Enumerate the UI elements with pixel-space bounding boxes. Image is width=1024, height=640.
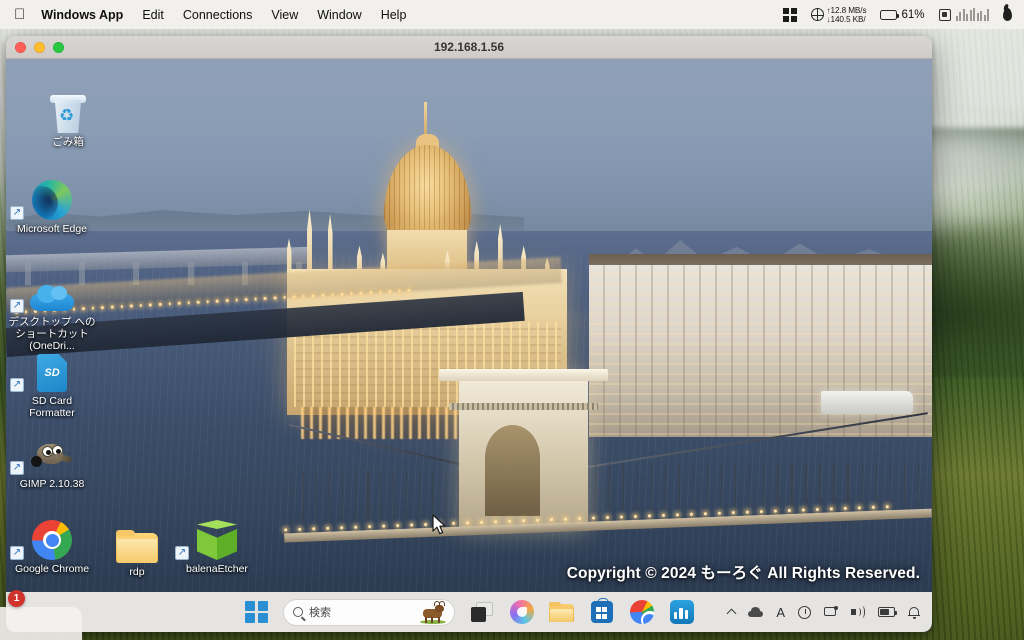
onedrive-tray-button[interactable] [748,606,764,617]
bridge-hangers-left [290,470,459,524]
clock-icon [798,605,811,619]
microsoft-store-button[interactable] [588,598,615,626]
desktop-icon-balena-etcher[interactable]: ↗ balenaEtcher [173,514,261,575]
desktop-icon-rdp-folder[interactable]: rdp [93,517,181,578]
shortcut-arrow-icon: ↗ [10,206,24,220]
desktop-icon-label: Microsoft Edge [16,223,88,235]
dock-notification-badge[interactable]: 1 [8,590,25,607]
show-hidden-icons-button[interactable] [726,607,737,619]
balena-etcher-icon: ↗ [173,514,261,560]
gimp-wilber-icon: ↗ [8,429,96,475]
desktop-icon-recycle-bin[interactable]: ♻ ごみ箱 [24,87,112,148]
flame-icon[interactable] [1003,8,1012,21]
search-icon [293,607,303,617]
battery-indicator[interactable]: 61% [880,8,925,21]
start-button[interactable] [243,599,270,626]
ime-mode-button[interactable]: A [776,606,785,619]
window-grid-icon[interactable] [782,7,797,22]
bell-icon [908,606,920,619]
desktop-icon-label: SD Card Formatter [29,395,75,419]
macos-menu-bar:  Windows App Edit Connections View Wind… [0,0,1024,29]
bridge-chain-left [288,423,473,468]
desktop-icon-label: balenaEtcher [186,563,248,575]
folder-icon [93,517,181,563]
bridge-tower-arch [484,425,540,516]
desktop-icon-label: rdp [129,566,145,578]
google-chrome-icon: ↗ [8,514,96,560]
dock-strip [0,607,82,640]
rdp-window[interactable]: 192.168.1.56 Copyright © 2024 もーろぐ All R… [6,36,932,632]
apple-logo-icon[interactable]:  [14,7,25,22]
volume-tray-button[interactable] [851,606,865,618]
microsoft-store-icon [590,598,613,623]
menu-item-edit[interactable]: Edit [142,8,164,22]
battery-icon [878,607,897,617]
shortcut-arrow-icon: ↗ [10,378,24,392]
menu-bar-tray: ↑12.8 MB/s ↓140.5 KB/ 61% [782,6,1012,24]
taskbar-system-tray: A [726,605,920,619]
desktop-icon-label: Google Chrome [14,563,90,575]
menu-item-help[interactable]: Help [381,8,407,22]
windows-logo-icon [245,600,268,624]
network-speed-text: ↑12.8 MB/s ↓140.5 KB/ [827,6,867,24]
desktop-icon-label: ごみ箱 [52,136,84,148]
cloud-icon [748,606,764,617]
onedrive-icon: ↗ [8,267,96,313]
rdp-window-titlebar[interactable]: 192.168.1.56 [6,36,932,59]
task-view-button[interactable] [468,599,495,626]
desktop-icon-google-chrome[interactable]: ↗ Google Chrome [8,514,96,575]
battery-percent-label: 61% [901,8,925,21]
audio-visualizer-icon[interactable] [938,8,989,21]
moose-illustration-icon [418,600,448,624]
menu-item-windows-app[interactable]: Windows App [41,8,123,22]
desktop-icon-label: GIMP 2.10.38 [19,478,85,490]
search-input[interactable]: 検索 [283,598,455,626]
bridge-chain-right [588,411,928,468]
battery-icon [880,9,900,20]
menu-item-view[interactable]: View [271,8,298,22]
shortcut-arrow-icon: ↗ [10,546,24,560]
network-tray-button[interactable] [824,605,838,618]
sd-card-icon: SD ↗ [8,346,96,392]
windows-taskbar[interactable]: 検索 A [6,592,932,632]
rdp-window-title: 192.168.1.56 [433,40,505,54]
recycle-bin-icon: ♻ [24,87,112,133]
desktop-icon-gimp[interactable]: ↗ GIMP 2.10.38 [8,429,96,490]
chevron-up-icon [726,608,737,619]
network-download-speed: ↓140.5 KB/ [826,14,866,24]
audio-source-icon [938,8,951,21]
desktop-icon-sd-card-formatter[interactable]: SD ↗ SD Card Formatter [8,346,96,419]
copilot-icon [509,600,534,624]
file-explorer-icon [549,602,574,622]
copilot-button[interactable] [508,599,535,626]
desktop-icon-onedrive-shortcut[interactable]: ↗ デスクトップ へのショートカット (OneDri... [8,267,96,352]
shortcut-arrow-icon: ↗ [10,299,24,313]
shortcut-arrow-icon: ↗ [10,461,24,475]
spectrum-bars [955,8,989,21]
google-chrome-icon [629,600,654,624]
blue-app-button[interactable] [668,599,695,626]
menu-item-connections[interactable]: Connections [183,8,253,22]
task-view-icon [470,602,493,622]
search-placeholder: 検索 [309,607,331,619]
blue-app-icon [669,600,694,624]
windows-remote-desktop[interactable]: Copyright © 2024 もーろぐ All Rights Reserve… [6,59,932,632]
battery-tray-button[interactable] [878,607,897,617]
menu-item-window[interactable]: Window [317,8,361,22]
chrome-taskbar-button[interactable] [628,599,655,626]
network-upload-speed: ↑12.8 MB/s [826,5,867,15]
copyright-watermark: Copyright © 2024 もーろぐ All Rights Reserve… [566,565,920,582]
bridge-tower-cap [439,368,608,382]
meet-now-button[interactable] [798,605,811,619]
bridge-tower-cornice [449,402,599,411]
microsoft-edge-icon: ↗ [8,174,96,220]
desktop-icon-microsoft-edge[interactable]: ↗ Microsoft Edge [8,174,96,235]
network-icon [824,605,838,618]
shortcut-arrow-icon: ↗ [175,546,189,560]
notifications-button[interactable] [908,606,920,619]
file-explorer-button[interactable] [548,599,575,626]
globe-icon [810,8,824,21]
volume-icon [851,606,865,618]
network-speed-indicator[interactable]: ↑12.8 MB/s ↓140.5 KB/ [810,6,867,24]
